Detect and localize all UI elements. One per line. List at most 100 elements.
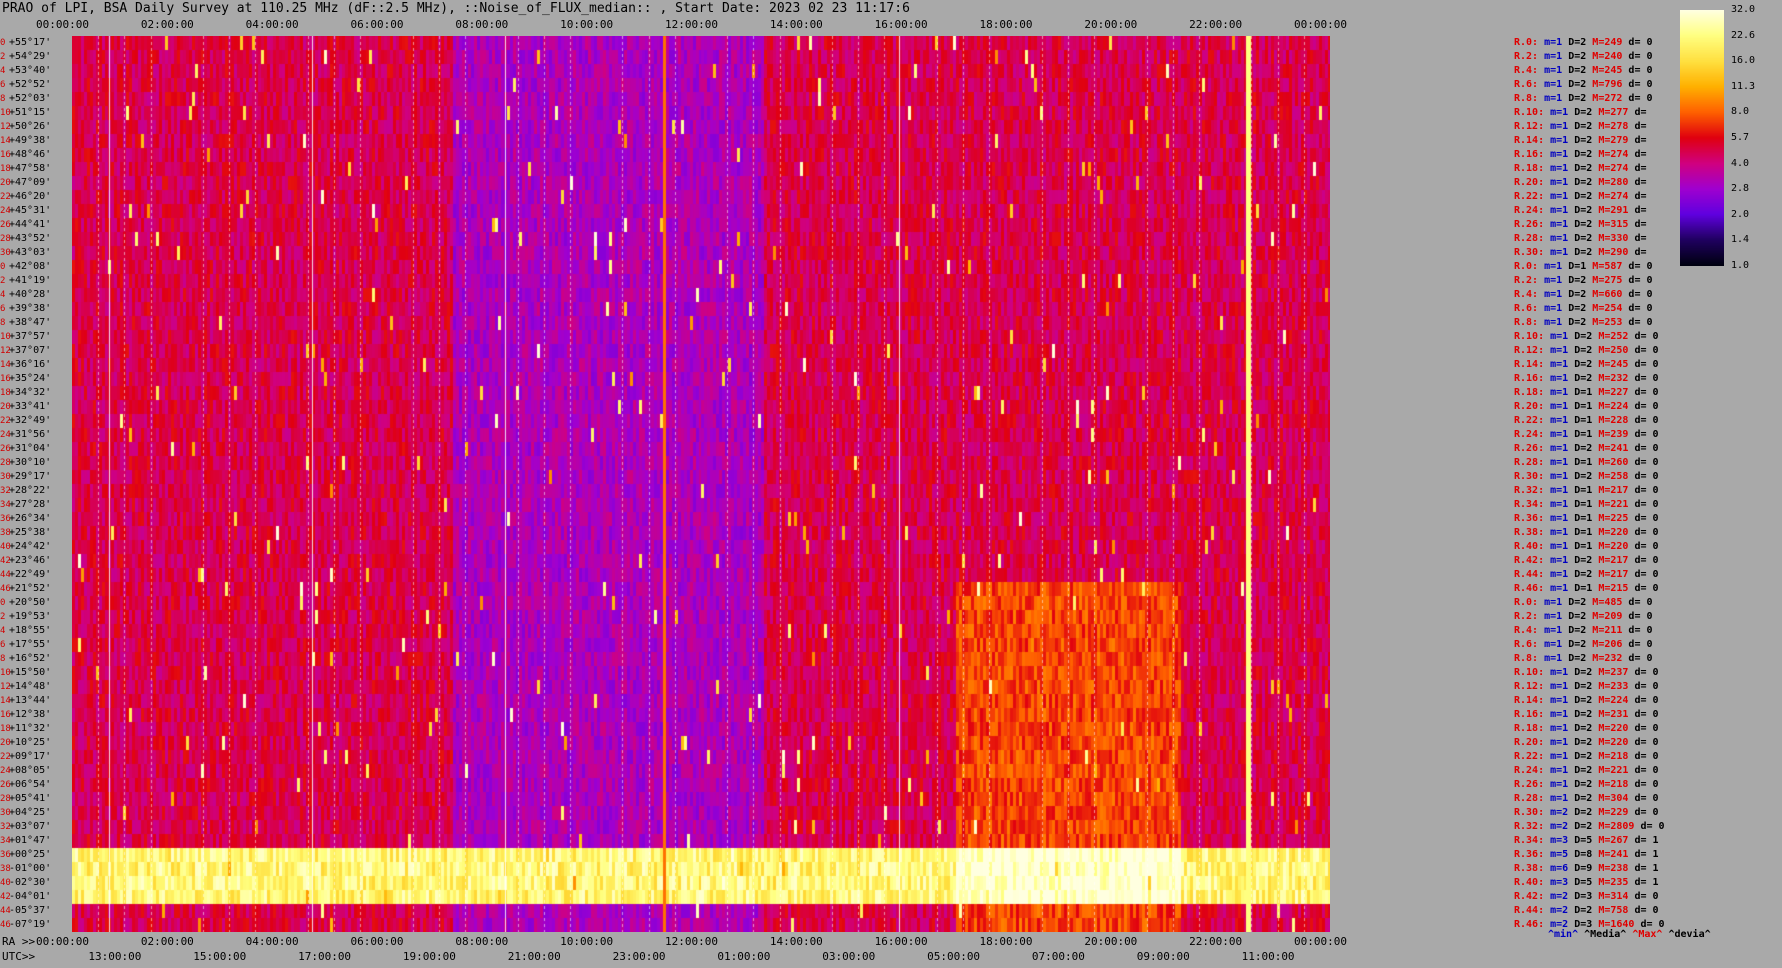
x-bottom-ra-tick-label: 18:00:00	[979, 935, 1033, 948]
row-index-label: 20	[0, 738, 11, 748]
stats-row-field: D=2	[1568, 639, 1593, 650]
stats-row: R.0: m=1 D=1 M=587 d= 0	[1514, 262, 1653, 272]
stats-row: R.30: m=1 D=2 M=258 d= 0	[1514, 472, 1659, 482]
y-tick-label: +47°09'	[9, 177, 52, 188]
stats-row-field: M=241	[1598, 443, 1635, 454]
x-bottom-utc-tick-label: 11:00:00	[1241, 950, 1295, 963]
row-index-label: 46	[0, 584, 11, 594]
x-top-tick-label: 08:00:00	[455, 18, 509, 31]
legend-median: ^Media^	[1584, 929, 1627, 940]
y-tick-label: +42°08'	[9, 261, 52, 272]
stats-row-field: R.42:	[1514, 555, 1551, 566]
y-tick-label: +28°22'	[9, 485, 52, 496]
stats-row-field: R.20:	[1514, 737, 1551, 748]
y-tick-label: +32°49'	[9, 415, 52, 426]
stats-row-field: M=272	[1592, 93, 1629, 104]
row-index-label: 12	[0, 122, 11, 132]
y-tick-label: +36°16'	[9, 359, 52, 370]
stats-row-field: D=2	[1574, 555, 1599, 566]
stats-row-field: R.2:	[1514, 51, 1545, 62]
stats-row-field: D=2	[1568, 79, 1593, 90]
y-tick-label: +33°41'	[9, 401, 52, 412]
row-index-label: 2	[0, 276, 6, 286]
stats-row-field: R.24:	[1514, 429, 1551, 440]
row-index-label: 38	[0, 528, 11, 538]
stats-row-field: d= 0	[1634, 443, 1659, 454]
y-tick-label: +00°25'	[9, 849, 52, 860]
stats-row-field: m=1	[1544, 289, 1569, 300]
stats-row-field: d=	[1634, 205, 1647, 216]
x-bottom-utc-tick-label: 19:00:00	[402, 950, 456, 963]
colorbar-tick-label: 4.0	[1731, 157, 1750, 169]
stats-row-field: R.32:	[1514, 821, 1551, 832]
stats-row: R.30: m=2 D=2 M=229 d= 0	[1514, 808, 1659, 818]
stats-row-field: m=1	[1550, 373, 1575, 384]
stats-row-field: d=	[1634, 247, 1647, 258]
stats-row-field: R.10:	[1514, 331, 1551, 342]
stats-row-field: R.10:	[1514, 667, 1551, 678]
x-top-tick-label: 14:00:00	[769, 18, 823, 31]
stats-row-field: M=278	[1598, 121, 1635, 132]
stats-row-field: R.4:	[1514, 625, 1545, 636]
stats-row-field: D=2	[1574, 219, 1599, 230]
stats-row: R.12: m=1 D=2 M=278 d=	[1514, 122, 1646, 132]
stats-row-field: M=231	[1598, 709, 1635, 720]
stats-row-field: m=1	[1550, 555, 1575, 566]
stats-row-field: M=224	[1598, 695, 1635, 706]
stats-row: R.0: m=1 D=2 M=485 d= 0	[1514, 598, 1653, 608]
stats-row-field: d=	[1634, 163, 1647, 174]
stats-row-field: m=2	[1550, 807, 1575, 818]
y-tick-label: +50°26'	[9, 121, 52, 132]
stats-row-field: D=2	[1574, 247, 1599, 258]
stats-row-field: d= 0	[1634, 905, 1659, 916]
stats-row-field: d= 0	[1634, 401, 1659, 412]
stats-row-field: R.14:	[1514, 359, 1551, 370]
y-tick-label: +48°46'	[9, 149, 52, 160]
y-tick-label: +12°38'	[9, 709, 52, 720]
stats-row: R.20: m=1 D=1 M=224 d= 0	[1514, 402, 1659, 412]
y-tick-label: +51°15'	[9, 107, 52, 118]
y-tick-label: +31°56'	[9, 429, 52, 440]
stats-row-field: m=1	[1544, 93, 1569, 104]
stats-row-field: m=1	[1550, 779, 1575, 790]
stats-row-field: M=314	[1598, 891, 1635, 902]
row-index-label: 34	[0, 836, 11, 846]
y-tick-label: +46°20'	[9, 191, 52, 202]
y-tick-label: +19°53'	[9, 611, 52, 622]
stats-row-field: m=1	[1550, 457, 1575, 468]
stats-row: R.2: m=1 D=2 M=275 d= 0	[1514, 276, 1653, 286]
stats-row: R.32: m=2 D=2 M=2809 d= 0	[1514, 822, 1665, 832]
row-index-label: 18	[0, 724, 11, 734]
stats-row-field: M=224	[1598, 401, 1635, 412]
row-index-label: 14	[0, 360, 11, 370]
y-tick-label: +17°55'	[9, 639, 52, 650]
row-index-label: 30	[0, 472, 11, 482]
stats-row-field: R.34:	[1514, 835, 1551, 846]
stats-row-field: d= 0	[1628, 289, 1653, 300]
stats-row-field: M=274	[1598, 191, 1635, 202]
stats-row-field: D=2	[1574, 821, 1599, 832]
stats-row-field: M=274	[1598, 149, 1635, 160]
chart-title: PRAO of LPI, BSA Daily Survey at 110.25 …	[2, 1, 910, 16]
stats-row-field: M=280	[1598, 177, 1635, 188]
stats-row-field: d= 1	[1634, 849, 1659, 860]
stats-row-field: D=2	[1574, 135, 1599, 146]
row-index-label: 44	[0, 570, 11, 580]
stats-row-field: D=2	[1568, 611, 1593, 622]
stats-row-field: D=5	[1574, 835, 1599, 846]
row-index-label: 18	[0, 164, 11, 174]
y-tick-label: +52°52'	[9, 79, 52, 90]
stats-row-field: M=275	[1592, 275, 1629, 286]
stats-row-field: M=260	[1598, 457, 1635, 468]
row-index-label: 34	[0, 500, 11, 510]
stats-row-field: d= 0	[1628, 79, 1653, 90]
stats-row: R.0: m=1 D=2 M=249 d= 0	[1514, 38, 1653, 48]
x-top-tick-label: 06:00:00	[350, 18, 404, 31]
stats-row-field: m=1	[1550, 429, 1575, 440]
stats-row-field: D=1	[1574, 583, 1599, 594]
stats-row-field: m=6	[1550, 863, 1575, 874]
stats-row-field: R.6:	[1514, 79, 1545, 90]
row-index-label: 6	[0, 80, 6, 90]
stats-row-field: m=1	[1550, 345, 1575, 356]
stats-row-field: R.32:	[1514, 485, 1551, 496]
